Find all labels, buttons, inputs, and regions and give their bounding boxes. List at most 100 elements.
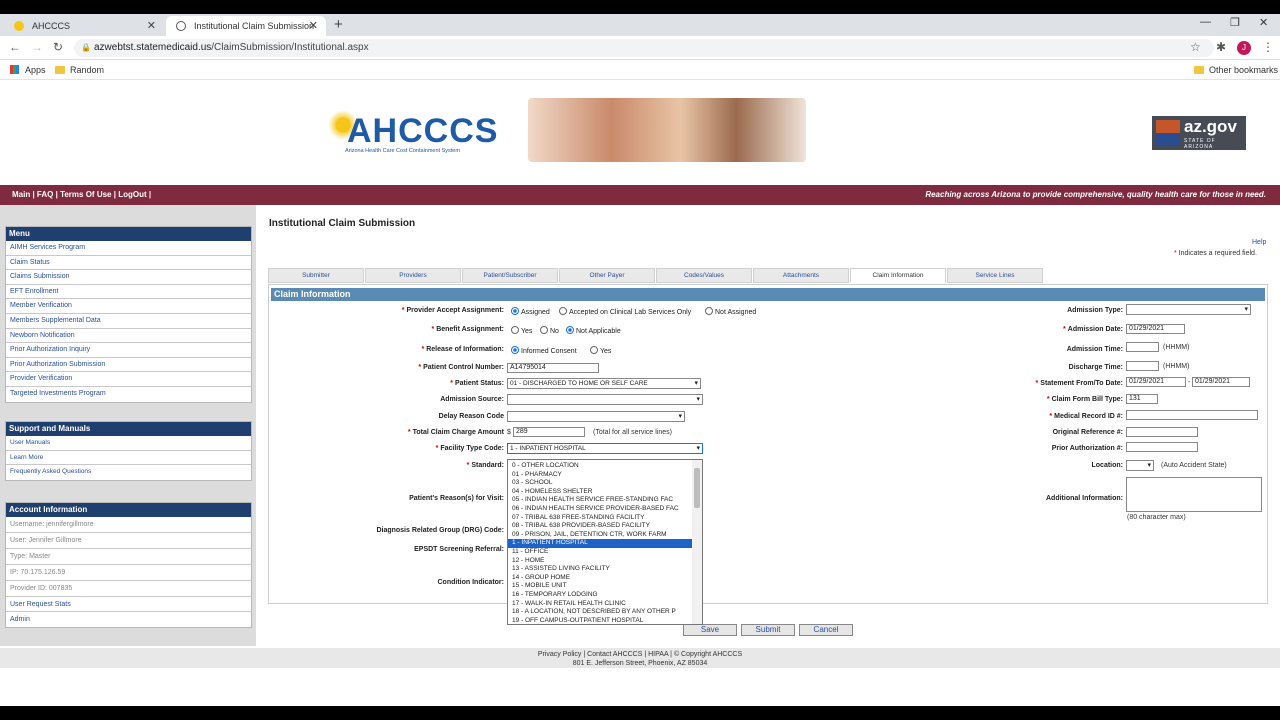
dropdown-option[interactable]: 17 - WALK-IN RETAIL HEALTH CLINIC [508, 600, 692, 609]
dropdown-option[interactable]: 06 - INDIAN HEALTH SERVICE PROVIDER-BASE… [508, 505, 692, 514]
extensions-icon[interactable]: ✱ [1216, 40, 1226, 54]
privacy-policy-link[interactable]: Privacy Policy [538, 651, 582, 658]
dropdown-option[interactable]: 15 - MOBILE UNIT [508, 582, 692, 591]
reload-icon[interactable]: ↻ [53, 40, 63, 54]
dropdown-option[interactable]: 0 - OTHER LOCATION [508, 462, 692, 471]
medical-record-input[interactable] [1126, 410, 1258, 420]
browser-tab-claim-submission[interactable]: Institutional Claim Submission ✕ [166, 16, 326, 36]
dropdown-option[interactable]: 05 - INDIAN HEALTH SERVICE FREE-STANDING… [508, 496, 692, 505]
tab-claim-information[interactable]: Claim Information [850, 268, 946, 283]
location-select[interactable]: ▾ [1126, 460, 1154, 471]
prior-auth-input[interactable] [1126, 442, 1198, 452]
dropdown-option[interactable]: 16 - TEMPORARY LODGING [508, 591, 692, 600]
user-request-stats-link[interactable]: User Request Stats [6, 597, 251, 612]
sidebar-item-members-supplemental-data[interactable]: Members Supplemental Data [6, 314, 251, 329]
radio-benefit-not-applicable[interactable]: Not Applicable [566, 326, 621, 335]
dropdown-option[interactable]: 03 - SCHOOL [508, 479, 692, 488]
tab-providers[interactable]: Providers [365, 268, 461, 283]
close-window-icon[interactable]: ✕ [1259, 16, 1268, 29]
contact-link[interactable]: Contact AHCCCS [587, 651, 642, 658]
radio-informed-consent[interactable]: Informed Consent [511, 346, 577, 355]
browser-tab-ahcccs[interactable]: AHCCCS ✕ [4, 16, 164, 36]
support-link-faq[interactable]: Frequently Asked Questions [6, 465, 251, 480]
support-link-learn-more[interactable]: Learn More [6, 451, 251, 466]
additional-info-textarea[interactable] [1126, 477, 1262, 512]
dropdown-option[interactable]: 04 - HOMELESS SHELTER [508, 488, 692, 497]
cancel-button[interactable]: Cancel [799, 624, 853, 636]
profile-avatar[interactable]: J [1237, 41, 1251, 55]
radio-benefit-yes[interactable]: Yes [511, 326, 532, 335]
save-button[interactable]: Save [683, 624, 737, 636]
statement-to-input[interactable]: 01/29/2021 [1192, 377, 1250, 387]
forward-icon[interactable]: → [31, 40, 43, 54]
dropdown-option[interactable]: 08 - TRIBAL 638 PROVIDER-BASED FACILITY [508, 522, 692, 531]
sidebar-item-provider-verification[interactable]: Provider Verification [6, 372, 251, 387]
hipaa-link[interactable]: HIPAA [648, 651, 668, 658]
sidebar-item-prior-authorization-inquiry[interactable]: Prior Authorization Inquiry [6, 343, 251, 358]
close-tab-icon[interactable]: ✕ [309, 16, 318, 36]
delay-reason-select[interactable]: ▾ [507, 411, 685, 422]
admission-date-input[interactable]: 01/29/2021 [1126, 324, 1185, 334]
tab-attachments[interactable]: Attachments [753, 268, 849, 283]
ahcccs-logo[interactable]: AHCCCS Arizona Health Care Cost Containm… [325, 106, 497, 156]
restore-icon[interactable]: ❐ [1230, 16, 1240, 29]
radio-accepted-clinical-lab[interactable]: Accepted on Clinical Lab Services Only [559, 307, 691, 316]
dropdown-option[interactable]: 13 - ASSISTED LIVING FACILITY [508, 565, 692, 574]
dropdown-option[interactable]: 14 - GROUP HOME [508, 574, 692, 583]
back-icon[interactable]: ← [9, 40, 21, 54]
sidebar-item-prior-authorization-submission[interactable]: Prior Authorization Submission [6, 358, 251, 373]
sidebar-item-claim-status[interactable]: Claim Status [6, 256, 251, 271]
sidebar-item-eft-enrollment[interactable]: EFT Enrollment [6, 285, 251, 300]
tab-other-payer[interactable]: Other Payer [559, 268, 655, 283]
dropdown-scrollbar[interactable] [692, 460, 702, 624]
dropdown-option[interactable]: 12 - HOME [508, 557, 692, 566]
original-ref-input[interactable] [1126, 427, 1198, 437]
url-field[interactable]: 🔒 azwebtst.statemedicaid.us/ClaimSubmiss… [74, 39, 1214, 57]
bookmark-other[interactable]: Other bookmarks [1194, 60, 1278, 80]
dropdown-option[interactable]: 09 - PRISON, JAIL, DETENTION CTR, WORK F… [508, 531, 692, 540]
dropdown-option[interactable]: 19 - OFF CAMPUS-OUTPATIENT HOSPITAL [508, 617, 692, 624]
dropdown-option[interactable]: 1 - INPATIENT HOSPITAL [508, 539, 692, 548]
tab-codes-values[interactable]: Codes/Values [656, 268, 752, 283]
dropdown-option[interactable]: 01 - PHARMACY [508, 471, 692, 480]
admission-type-select[interactable]: ▾ [1126, 304, 1251, 315]
submit-button[interactable]: Submit [741, 624, 795, 636]
sidebar-item-claims-submission[interactable]: Claims Submission [6, 270, 251, 285]
sidebar-item-member-verification[interactable]: Member Verification [6, 299, 251, 314]
close-tab-icon[interactable]: ✕ [147, 16, 156, 36]
discharge-time-input[interactable] [1126, 361, 1159, 371]
scrollbar-thumb[interactable] [694, 468, 700, 508]
admission-source-select[interactable]: ▾ [507, 394, 703, 405]
help-link[interactable]: Help [1252, 239, 1266, 246]
bookmark-star-icon[interactable]: ☆ [1190, 40, 1201, 54]
nav-link-terms[interactable]: Terms Of Use [60, 190, 111, 199]
bill-type-input[interactable]: 131 [1126, 394, 1158, 404]
azgov-logo[interactable]: az.gov STATE OF ARIZONA [1152, 116, 1246, 150]
nav-link-logout[interactable]: LogOut [118, 190, 146, 199]
tab-service-lines[interactable]: Service Lines [947, 268, 1043, 283]
new-tab-icon[interactable]: + [334, 16, 343, 34]
radio-release-yes[interactable]: Yes [590, 346, 611, 355]
radio-not-assigned[interactable]: Not Assigned [705, 307, 756, 316]
browser-menu-icon[interactable]: ⋮ [1262, 40, 1274, 54]
patient-control-input[interactable]: A14795014 [507, 363, 599, 373]
minimize-icon[interactable]: — [1200, 16, 1211, 28]
facility-type-dropdown-list[interactable]: 0 - OTHER LOCATION 01 - PHARMACY 03 - SCHO… [507, 459, 703, 625]
dropdown-option[interactable]: 18 - A LOCATION, NOT DESCRIBED BY ANY OT… [508, 608, 692, 617]
admin-link[interactable]: Admin [6, 612, 251, 627]
radio-benefit-no[interactable]: No [540, 326, 559, 335]
nav-link-faq[interactable]: FAQ [37, 190, 53, 199]
dropdown-option[interactable]: 11 - OFFICE [508, 548, 692, 557]
dropdown-option[interactable]: 07 - TRIBAL 638 FREE-STANDING FACILITY [508, 514, 692, 523]
support-link-user-manuals[interactable]: User Manuals [6, 436, 251, 451]
facility-type-select[interactable]: 1 - INPATIENT HOSPITAL ▾ [507, 443, 703, 454]
nav-link-main[interactable]: Main [12, 190, 30, 199]
tab-patient-subscriber[interactable]: Patient/Subscriber [462, 268, 558, 283]
tab-submitter[interactable]: Submitter [268, 268, 364, 283]
admission-time-input[interactable] [1126, 342, 1159, 352]
sidebar-item-aimh-services-program[interactable]: AIMH Services Program [6, 241, 251, 256]
sidebar-item-newborn-notification[interactable]: Newborn Notification [6, 329, 251, 344]
sidebar-item-targeted-investments-program[interactable]: Targeted Investments Program [6, 387, 251, 402]
bookmark-apps[interactable]: Apps [10, 60, 46, 80]
patient-status-select[interactable]: 01 - DISCHARGED TO HOME OR SELF CARE ▾ [507, 378, 701, 389]
